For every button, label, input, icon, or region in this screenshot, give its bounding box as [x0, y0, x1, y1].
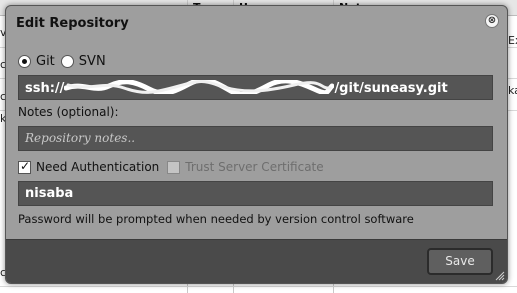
bg-cell-fragment: Ex: [508, 34, 517, 47]
dialog-footer: Save: [6, 239, 507, 283]
save-button[interactable]: Save: [427, 248, 493, 275]
bg-cell-fragment: ka: [508, 84, 517, 97]
need-authentication-checkbox[interactable]: [18, 159, 31, 174]
url-suffix: /git/suneasy.git: [334, 81, 448, 96]
trust-certificate-checkbox: [167, 160, 181, 174]
notes-input[interactable]: Repository notes..: [18, 126, 493, 151]
svn-radio-label[interactable]: SVN: [79, 54, 106, 69]
auth-options: Need Authentication Trust Server Certifi…: [18, 159, 332, 175]
redaction-scribble: [64, 80, 335, 94]
notes-label: Notes (optional):: [18, 105, 119, 119]
git-radio-label[interactable]: Git: [36, 54, 55, 69]
dialog-title: Edit Repository: [16, 16, 129, 31]
repository-url-input[interactable]: ssh:// /git/suneasy.git: [18, 75, 493, 100]
vcs-type-selector: Git SVN: [18, 53, 112, 69]
svn-radio[interactable]: [60, 54, 74, 68]
close-icon[interactable]: ⊗: [485, 14, 499, 28]
need-authentication-label[interactable]: Need Authentication: [36, 160, 159, 174]
url-prefix: ssh://: [25, 81, 65, 96]
resize-grip-icon[interactable]: [495, 271, 505, 281]
username-input[interactable]: nisaba: [18, 181, 493, 206]
edit-repository-dialog: Edit Repository ⊗ Git SVN ssh:// /git/su…: [5, 5, 508, 284]
bg-row-line: [0, 286, 517, 287]
git-radio[interactable]: [18, 54, 31, 68]
password-hint: Password will be prompted when needed by…: [18, 212, 414, 226]
trust-certificate-label: Trust Server Certificate: [185, 160, 324, 174]
